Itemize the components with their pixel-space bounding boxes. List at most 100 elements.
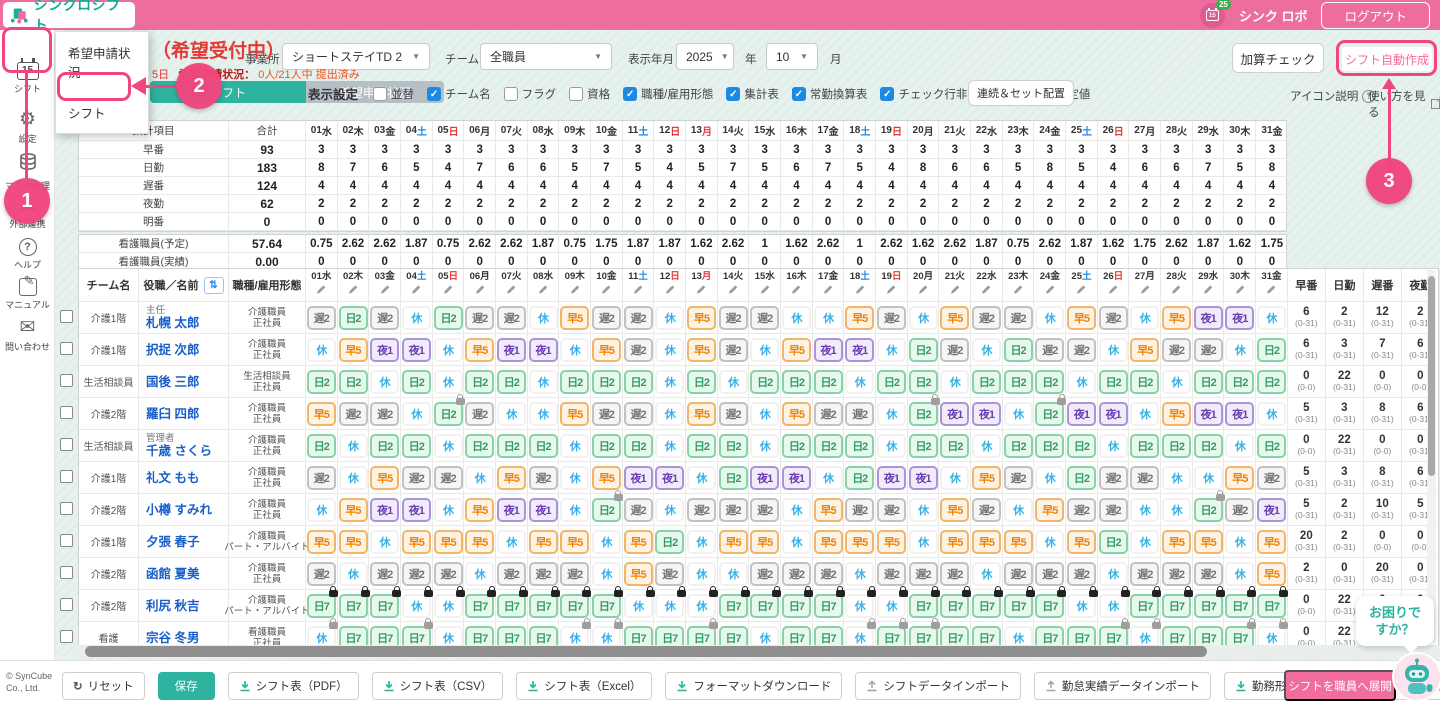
edit-day-button[interactable]	[379, 282, 391, 300]
edit-day-button[interactable]	[1170, 282, 1182, 300]
edit-day-button[interactable]	[917, 282, 929, 300]
edit-day-button[interactable]	[1012, 282, 1024, 300]
shift-cell[interactable]: 遅2	[624, 402, 653, 426]
shift-cell[interactable]: 早5	[1067, 530, 1096, 554]
shift-cell[interactable]: 夜1	[497, 338, 526, 362]
shift-cell[interactable]: 日2	[782, 434, 811, 458]
shift-cell[interactable]: 日2	[560, 370, 589, 394]
shift-cell[interactable]: 日7	[465, 594, 494, 618]
shift-cell[interactable]: 日2	[782, 370, 811, 394]
shift-cell[interactable]: 日2	[972, 370, 1001, 394]
shift-cell[interactable]: 日2	[1067, 466, 1096, 490]
icon-help-link[interactable]: アイコン説明?	[1290, 88, 1375, 104]
shift-cell[interactable]: 休	[434, 434, 463, 458]
shift-cell[interactable]: 日2	[845, 434, 874, 458]
shift-cell[interactable]: 遅2	[750, 498, 779, 522]
shift-cell[interactable]: 休	[1225, 434, 1254, 458]
shift-cell[interactable]: 遅2	[1162, 338, 1191, 362]
shift-cell[interactable]: 日2	[592, 498, 621, 522]
shift-cell[interactable]: 早5	[1257, 562, 1286, 586]
staff-name-cell[interactable]: 主任札幌 太郎	[139, 302, 229, 334]
shift-cell[interactable]: 休	[687, 562, 716, 586]
shift-cell[interactable]: 日7	[1225, 594, 1254, 618]
shift-cell[interactable]: 日2	[1099, 370, 1128, 394]
shift-cell[interactable]: 日7	[1035, 594, 1064, 618]
shift-cell[interactable]: 早5	[972, 466, 1001, 490]
staff-row-checkbox[interactable]	[60, 310, 73, 323]
shift-cell[interactable]: 早5	[940, 530, 969, 554]
edit-day-button[interactable]	[949, 282, 961, 300]
staff-name-cell[interactable]: 利尻 秋吉	[139, 590, 229, 622]
shift-cell[interactable]: 早5	[687, 338, 716, 362]
shift-cell[interactable]: 夜1	[1194, 402, 1223, 426]
shift-cell[interactable]: 遅2	[592, 306, 621, 330]
shift-cell[interactable]: 早5	[560, 306, 589, 330]
shift-cell[interactable]: 遅2	[307, 306, 336, 330]
shift-cell[interactable]: 日2	[1035, 370, 1064, 394]
staff-row-checkbox[interactable]	[60, 342, 73, 355]
staff-name-cell[interactable]: 管理者千歳 さくら	[139, 430, 229, 462]
shift-cell[interactable]: 遅2	[1067, 562, 1096, 586]
shift-cell[interactable]: 日2	[1004, 338, 1033, 362]
shift-cell[interactable]: 早5	[592, 466, 621, 490]
staff-name-cell[interactable]: 羅臼 四郎	[139, 398, 229, 430]
shift-cell[interactable]: 日2	[497, 434, 526, 458]
shift-cell[interactable]: 日2	[497, 370, 526, 394]
shift-cell[interactable]: 遅2	[560, 562, 589, 586]
shift-cell[interactable]: 早5	[1004, 530, 1033, 554]
edit-day-button[interactable]	[1139, 282, 1151, 300]
shift-cell[interactable]: 早5	[497, 466, 526, 490]
shift-cell[interactable]: 休	[1035, 306, 1064, 330]
shift-cell[interactable]: 休	[434, 370, 463, 394]
shift-cell[interactable]: 遅2	[719, 498, 748, 522]
shift-cell[interactable]: 休	[1162, 498, 1191, 522]
shift-cell[interactable]: 日7	[592, 594, 621, 618]
staff-name-cell[interactable]: 国後 三郎	[139, 366, 229, 398]
shift-cell[interactable]: 遅2	[529, 466, 558, 490]
shift-cell[interactable]: 休	[655, 434, 684, 458]
edit-day-button[interactable]	[1075, 282, 1087, 300]
shift-cell[interactable]: 早5	[402, 530, 431, 554]
shift-cell[interactable]: 日2	[339, 306, 368, 330]
month-select[interactable]: 10▼	[766, 43, 818, 70]
shift-cell[interactable]: 日2	[750, 370, 779, 394]
shift-cell[interactable]: 休	[560, 466, 589, 490]
shift-cell[interactable]: 遅2	[1194, 562, 1223, 586]
staff-name-cell[interactable]: 夕張 春子	[139, 526, 229, 558]
shift-cell[interactable]: 休	[972, 338, 1001, 362]
shift-cell[interactable]: 休	[750, 402, 779, 426]
shift-cell[interactable]: 夜1	[529, 498, 558, 522]
shift-cell[interactable]: 日2	[1004, 370, 1033, 394]
shift-cell[interactable]: 遅2	[497, 562, 526, 586]
shift-cell[interactable]: 日2	[339, 370, 368, 394]
edit-day-button[interactable]	[632, 282, 644, 300]
shift-cell[interactable]: 日2	[845, 466, 874, 490]
shift-cell[interactable]: 遅2	[1004, 562, 1033, 586]
shift-cell[interactable]: 日2	[1257, 338, 1286, 362]
shift-cell[interactable]: 日7	[814, 594, 843, 618]
shift-cell[interactable]: 休	[339, 466, 368, 490]
shift-cell[interactable]: 休	[434, 594, 463, 618]
shift-cell[interactable]: 休	[339, 434, 368, 458]
edit-day-button[interactable]	[822, 282, 834, 300]
shift-cell[interactable]: 休	[782, 306, 811, 330]
shift-cell[interactable]: 休	[940, 466, 969, 490]
footer-button-5[interactable]: シフト表（Excel）	[516, 672, 652, 700]
shift-cell[interactable]: 日2	[655, 530, 684, 554]
shift-cell[interactable]: 遅2	[1067, 338, 1096, 362]
shift-cell[interactable]: 休	[877, 402, 906, 426]
shift-cell[interactable]: 日7	[1162, 594, 1191, 618]
shift-cell[interactable]: 休	[529, 306, 558, 330]
shift-cell[interactable]: 日7	[972, 594, 1001, 618]
shift-cell[interactable]: 早5	[687, 306, 716, 330]
shift-cell[interactable]: 日2	[687, 370, 716, 394]
edit-day-button[interactable]	[347, 282, 359, 300]
shift-cell[interactable]: 早5	[624, 562, 653, 586]
shift-cell[interactable]: 日2	[1194, 498, 1223, 522]
display-checkbox-7[interactable]: ✓常勤換算表	[792, 86, 868, 102]
shift-cell[interactable]: 遅2	[370, 402, 399, 426]
shift-cell[interactable]: 休	[1035, 530, 1064, 554]
shift-cell[interactable]: 遅2	[1194, 338, 1223, 362]
shift-cell[interactable]: 早5	[940, 498, 969, 522]
edit-day-button[interactable]	[410, 282, 422, 300]
